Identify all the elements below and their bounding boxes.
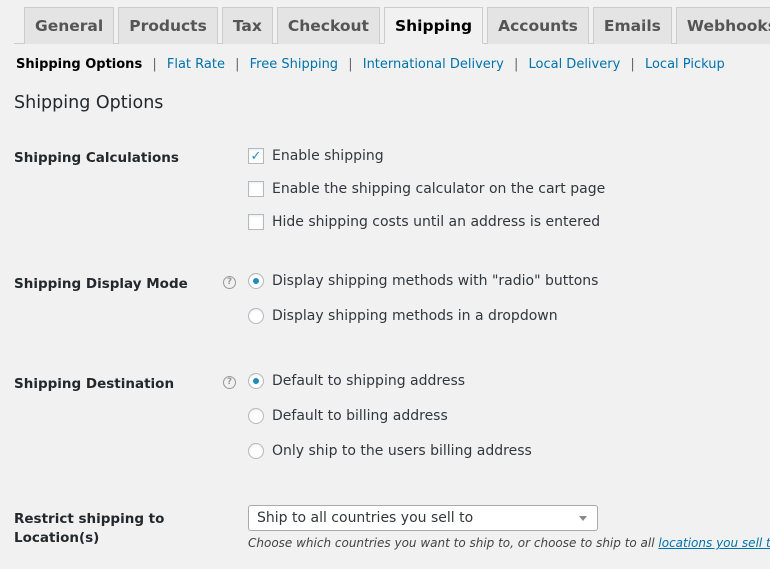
- enable-shipping-option[interactable]: ✓ Enable shipping: [248, 148, 384, 164]
- subnav-separator: |: [152, 57, 157, 72]
- option-label: Only ship to the users billing address: [272, 443, 532, 459]
- checkmark-icon: ✓: [250, 148, 262, 164]
- tab-tax[interactable]: Tax: [221, 7, 273, 44]
- restrict-label-line2: Location(s): [14, 530, 100, 546]
- default-billing-option[interactable]: Default to billing address: [248, 408, 448, 424]
- billing-only-option[interactable]: Only ship to the users billing address: [248, 443, 532, 459]
- tab-products[interactable]: Products: [118, 7, 218, 44]
- display-mode-label: Shipping Display Mode: [14, 276, 188, 292]
- tab-checkout[interactable]: Checkout: [276, 7, 380, 44]
- radio-selected-dot: [253, 278, 259, 284]
- hide-costs-option[interactable]: Hide shipping costs until an address is …: [248, 214, 600, 230]
- subnav-separator: |: [348, 57, 353, 72]
- option-label: Default to billing address: [272, 408, 448, 424]
- subnav-flat-rate[interactable]: Flat Rate: [167, 57, 225, 72]
- restrict-label: Restrict shipping to Location(s): [14, 510, 164, 548]
- display-dropdown-radio[interactable]: [248, 308, 264, 324]
- option-label: Display shipping methods in a dropdown: [272, 308, 558, 324]
- default-shipping-radio[interactable]: [248, 373, 264, 389]
- option-label: Enable shipping: [272, 148, 384, 164]
- tab-shipping[interactable]: Shipping: [383, 7, 484, 44]
- hide-costs-checkbox[interactable]: [248, 214, 264, 230]
- subnav-separator: |: [630, 57, 635, 72]
- radio-selected-dot: [253, 378, 259, 384]
- subnav-separator: |: [235, 57, 240, 72]
- subnav-separator: |: [513, 57, 519, 72]
- billing-only-radio[interactable]: [248, 443, 264, 459]
- destination-label: Shipping Destination: [14, 376, 175, 392]
- display-radio-radio[interactable]: [248, 273, 264, 289]
- shipping-calculations-label: Shipping Calculations: [14, 150, 179, 166]
- tab-webhooks[interactable]: Webhooks: [675, 7, 770, 44]
- subnav-international-delivery[interactable]: International Delivery: [363, 57, 504, 72]
- tab-emails[interactable]: Emails: [592, 7, 672, 44]
- option-label: Hide shipping costs until an address is …: [272, 214, 601, 230]
- shipping-subnav: Shipping Options | Flat Rate | Free Ship…: [16, 57, 725, 72]
- default-shipping-option[interactable]: Default to shipping address: [248, 373, 465, 389]
- subnav-current: Shipping Options: [16, 57, 143, 72]
- subnav-local-pickup[interactable]: Local Pickup: [645, 57, 725, 72]
- enable-calculator-option[interactable]: Enable the shipping calculator on the ca…: [248, 181, 605, 197]
- option-label: Display shipping methods with "radio" bu…: [272, 273, 599, 289]
- select-value: Ship to all countries you sell to: [257, 510, 474, 526]
- display-radio-option[interactable]: Display shipping methods with "radio" bu…: [248, 273, 598, 289]
- restrict-locations-select[interactable]: Ship to all countries you sell to: [248, 505, 598, 531]
- subnav-local-delivery[interactable]: Local Delivery: [528, 57, 620, 72]
- default-billing-radio[interactable]: [248, 408, 264, 424]
- tab-accounts[interactable]: Accounts: [487, 7, 589, 44]
- restrict-label-line1: Restrict shipping to: [14, 511, 165, 527]
- help-icon[interactable]: ?: [223, 276, 236, 289]
- restrict-description: Choose which countries you want to ship …: [248, 536, 770, 550]
- chevron-down-icon: [579, 516, 587, 521]
- locations-link[interactable]: locations you sell to: [658, 536, 770, 550]
- enable-shipping-checkbox[interactable]: ✓: [248, 148, 264, 164]
- option-label: Enable the shipping calculator on the ca…: [272, 181, 606, 197]
- description-text: Choose which countries you want to ship …: [248, 536, 659, 550]
- enable-calculator-checkbox[interactable]: [248, 181, 264, 197]
- help-icon[interactable]: ?: [223, 376, 236, 389]
- settings-tabs: General Products Tax Checkout Shipping A…: [14, 7, 770, 44]
- tab-general[interactable]: General: [24, 7, 115, 44]
- display-dropdown-option[interactable]: Display shipping methods in a dropdown: [248, 308, 558, 324]
- section-title: Shipping Options: [14, 93, 164, 113]
- option-label: Default to shipping address: [272, 373, 466, 389]
- subnav-free-shipping[interactable]: Free Shipping: [250, 57, 338, 72]
